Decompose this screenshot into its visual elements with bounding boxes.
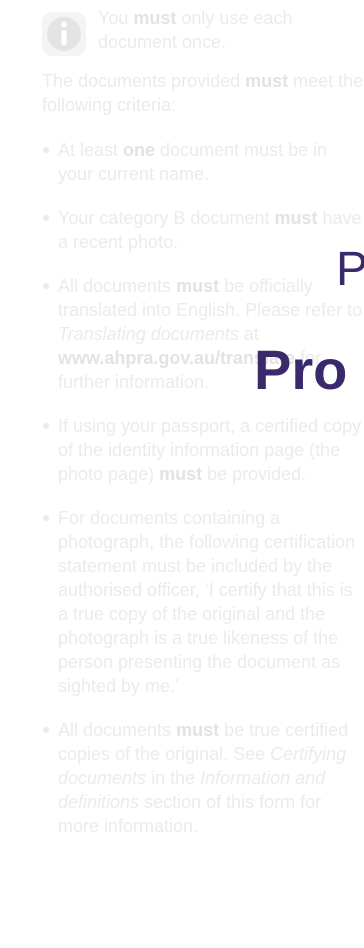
overlay-letter-p: P bbox=[336, 243, 364, 296]
overlay-word-pro: Pro bbox=[254, 338, 348, 401]
criteria-item: For documents containing a photograph, t… bbox=[43, 506, 364, 698]
info-icon bbox=[42, 12, 86, 56]
info-note: You must only use each document once. bbox=[40, 6, 364, 60]
criteria-item: Your category B document must have a rec… bbox=[43, 206, 364, 254]
intro-text: The documents provided must meet the fol… bbox=[42, 71, 364, 115]
info-text: You must only use each document once. bbox=[98, 8, 293, 52]
criteria-item: All documents must be true certified cop… bbox=[43, 718, 364, 838]
criteria-item: If using your passport, a certified copy… bbox=[43, 414, 364, 486]
criteria-item: At least one document must be in your cu… bbox=[43, 138, 364, 186]
document-page: You must only use each document once. Th… bbox=[0, 0, 364, 948]
criteria-list: At least one document must be in your cu… bbox=[43, 138, 364, 858]
